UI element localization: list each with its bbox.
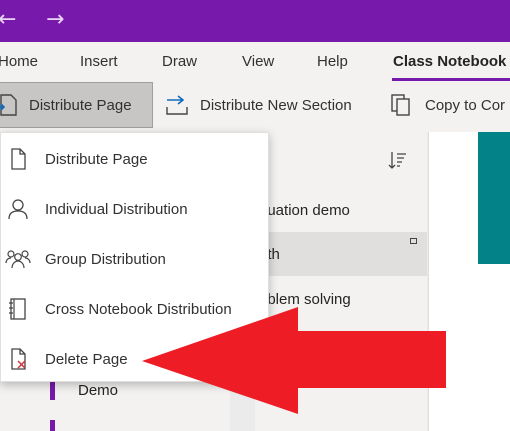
page-item[interactable]: quation demo bbox=[255, 188, 427, 232]
menu-item-label: Group Distribution bbox=[45, 250, 166, 268]
menu-item-cross-notebook-distribution[interactable]: Cross Notebook Distribution bbox=[1, 284, 270, 334]
title-bar: ← → bbox=[0, 0, 510, 42]
page-options-icon[interactable] bbox=[410, 238, 417, 244]
menu-item-individual-distribution[interactable]: Individual Distribution bbox=[1, 184, 270, 234]
page-item[interactable] bbox=[255, 321, 427, 365]
person-icon bbox=[8, 199, 28, 220]
tab-insert[interactable]: Insert bbox=[80, 53, 118, 70]
copy-icon bbox=[391, 94, 410, 116]
ribbon-toolbar: Distribute Page Distribute New Section C… bbox=[0, 82, 510, 132]
distribute-page-icon bbox=[0, 94, 17, 116]
delete-page-icon bbox=[11, 348, 26, 370]
page-item[interactable]: ions bbox=[255, 367, 427, 411]
accent-panel bbox=[478, 132, 510, 264]
group-icon bbox=[5, 250, 31, 269]
distribute-section-icon bbox=[166, 95, 188, 115]
tab-help[interactable]: Help bbox=[317, 53, 348, 70]
page-item[interactable]: oblem solving bbox=[255, 277, 427, 321]
menu-item-label: Cross Notebook Distribution bbox=[45, 300, 232, 318]
menu-item-label: Delete Page bbox=[45, 350, 128, 368]
distribute-page-button[interactable]: Distribute Page bbox=[0, 82, 153, 128]
distribute-new-section-button[interactable]: Distribute New Section bbox=[164, 82, 352, 128]
distribute-page-menu: Distribute Page Individual Distribution … bbox=[0, 132, 269, 382]
menu-item-delete-page[interactable]: Delete Page bbox=[1, 334, 270, 384]
page-item-label: oblem solving bbox=[259, 290, 351, 308]
ribbon-tabs: Home Insert Draw View Help Class Noteboo… bbox=[0, 42, 510, 82]
menu-item-label: Individual Distribution bbox=[45, 200, 188, 218]
tab-view[interactable]: View bbox=[242, 53, 274, 70]
section-color-bar bbox=[50, 420, 55, 431]
notebook-icon bbox=[9, 298, 26, 320]
section-item-demo[interactable]: Demo bbox=[78, 382, 118, 399]
tab-class-notebook[interactable]: Class Notebook bbox=[393, 53, 506, 70]
menu-item-label: Distribute Page bbox=[45, 150, 148, 168]
copy-to-button[interactable]: Copy to Cor bbox=[388, 82, 505, 128]
active-tab-indicator bbox=[392, 78, 510, 81]
tab-home[interactable]: Home bbox=[0, 53, 38, 70]
copy-to-label: Copy to Cor bbox=[425, 96, 506, 114]
sort-icon[interactable] bbox=[388, 150, 408, 170]
page-item-selected[interactable]: ath bbox=[255, 232, 427, 276]
tab-draw[interactable]: Draw bbox=[162, 53, 197, 70]
page-item-label: quation demo bbox=[259, 201, 350, 219]
distribute-new-section-label: Distribute New Section bbox=[200, 96, 352, 114]
menu-item-distribute-page[interactable]: Distribute Page bbox=[1, 134, 270, 184]
back-arrow-icon[interactable]: ← bbox=[0, 8, 16, 32]
page-icon bbox=[11, 148, 26, 170]
distribute-page-label: Distribute Page bbox=[29, 96, 132, 114]
menu-item-group-distribution[interactable]: Group Distribution bbox=[1, 234, 270, 284]
forward-arrow-icon[interactable]: → bbox=[46, 8, 64, 32]
